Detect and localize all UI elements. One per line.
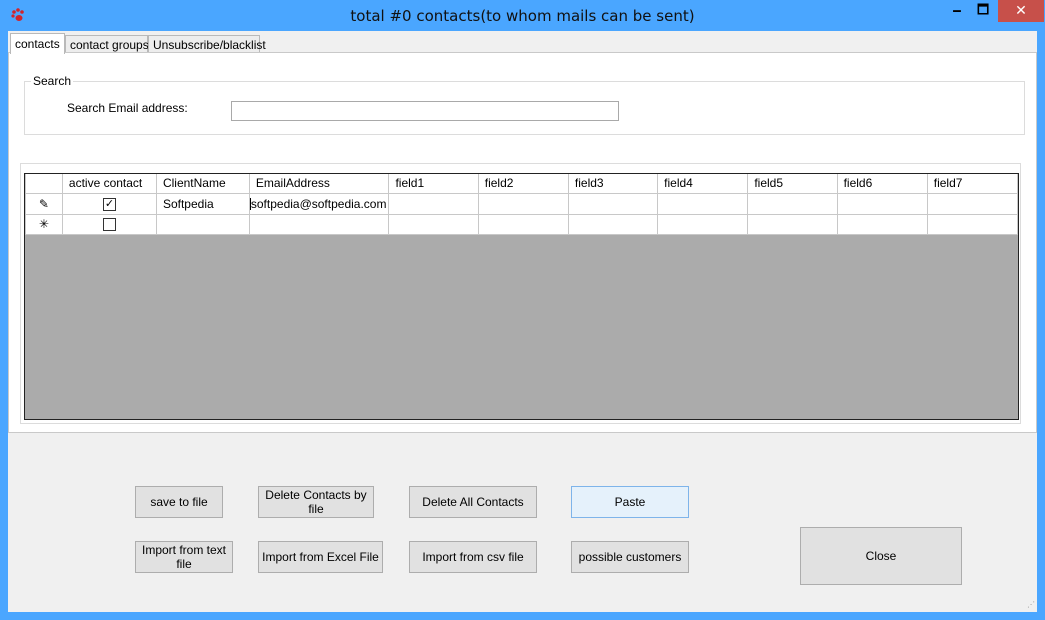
search-group: Search Search Email address: (24, 74, 1025, 135)
email-value: softpedia@softpedia.com (250, 196, 387, 211)
field4-cell[interactable] (657, 192, 749, 215)
column-header-field7[interactable]: field7 (926, 174, 1018, 194)
field3-cell[interactable] (567, 192, 659, 215)
client-name-cell[interactable]: Softpedia (155, 192, 250, 215)
email-address-cell[interactable]: softpedia@softpedia.com (248, 192, 390, 215)
tab-contact-groups[interactable]: contact groups (65, 35, 149, 53)
active-contact-cell[interactable] (61, 192, 157, 215)
contacts-tab-page: Search Search Email address: active cont… (8, 52, 1037, 433)
grid-header-row: active contact ClientName EmailAddress f… (25, 174, 1018, 194)
grid-corner (25, 174, 63, 194)
contacts-grid[interactable]: active contact ClientName EmailAddress f… (24, 173, 1019, 420)
import-from-csv-file-button[interactable]: Import from csv file (409, 541, 537, 573)
field2-cell[interactable] (477, 213, 569, 235)
maximize-button[interactable]: 🗖 (970, 0, 996, 22)
client-area: contacts contact groups Unsubscribe/blac… (8, 31, 1037, 612)
column-header-field5[interactable]: field5 (747, 174, 838, 194)
search-email-label: Search Email address: (67, 101, 188, 115)
save-to-file-button[interactable]: save to file (135, 486, 223, 518)
tab-unsubscribe-blacklist[interactable]: Unsubscribe/blacklist (148, 35, 266, 53)
search-email-input[interactable] (231, 101, 619, 121)
column-header-client-name[interactable]: ClientName (155, 174, 250, 194)
field1-cell[interactable] (388, 192, 479, 215)
window-title: total #0 contacts(to whom mails can be s… (350, 7, 695, 25)
active-contact-checkbox[interactable] (102, 218, 116, 232)
search-group-label: Search (31, 74, 74, 88)
column-header-field3[interactable]: field3 (567, 174, 659, 194)
row-editing-pencil-icon[interactable]: ✎ (25, 192, 63, 215)
field7-cell[interactable] (926, 192, 1018, 215)
app-window: total #0 contacts(to whom mails can be s… (0, 0, 1045, 620)
table-row: ✎ Softpedia softpedia@softpedia.com (25, 192, 1018, 215)
field5-cell[interactable] (747, 213, 838, 235)
field2-cell[interactable] (477, 192, 569, 215)
email-address-cell[interactable] (248, 213, 390, 235)
minimize-button[interactable]: 🗕 (944, 0, 970, 22)
field6-cell[interactable] (836, 213, 928, 235)
email-edit-box[interactable]: softpedia@softpedia.com (250, 194, 388, 213)
new-row-asterisk-icon[interactable]: ✳ (25, 213, 63, 235)
table-row: ✳ (25, 213, 1018, 235)
import-from-text-file-button[interactable]: Import from text file (135, 541, 233, 573)
paste-button[interactable]: Paste (571, 486, 689, 518)
column-header-field4[interactable]: field4 (657, 174, 749, 194)
field1-cell[interactable] (388, 213, 479, 235)
contacts-table: active contact ClientName EmailAddress f… (25, 174, 1018, 235)
resize-grip-icon[interactable]: ⋰ (1025, 600, 1035, 610)
column-header-field1[interactable]: field1 (388, 174, 479, 194)
column-header-field2[interactable]: field2 (477, 174, 569, 194)
field5-cell[interactable] (747, 192, 838, 215)
active-contact-cell[interactable] (61, 213, 157, 235)
close-button[interactable]: Close (800, 527, 962, 585)
field7-cell[interactable] (926, 213, 1018, 235)
title-bar[interactable]: total #0 contacts(to whom mails can be s… (0, 0, 1045, 31)
close-window-button[interactable]: ✕ (998, 0, 1044, 22)
delete-all-contacts-button[interactable]: Delete All Contacts (409, 486, 537, 518)
field3-cell[interactable] (567, 213, 659, 235)
import-from-excel-file-button[interactable]: Import from Excel File (258, 541, 383, 573)
active-contact-checkbox[interactable] (102, 197, 116, 211)
possible-customers-button[interactable]: possible customers (571, 541, 689, 573)
column-header-field6[interactable]: field6 (836, 174, 928, 194)
tab-contacts[interactable]: contacts (10, 33, 65, 54)
column-header-active-contact[interactable]: active contact (61, 174, 157, 194)
column-header-email-address[interactable]: EmailAddress (248, 174, 390, 194)
delete-contacts-by-file-button[interactable]: Delete Contacts by file (258, 486, 374, 518)
grid-panel: active contact ClientName EmailAddress f… (20, 163, 1021, 424)
client-name-cell[interactable] (155, 213, 250, 235)
field4-cell[interactable] (657, 213, 749, 235)
field6-cell[interactable] (836, 192, 928, 215)
